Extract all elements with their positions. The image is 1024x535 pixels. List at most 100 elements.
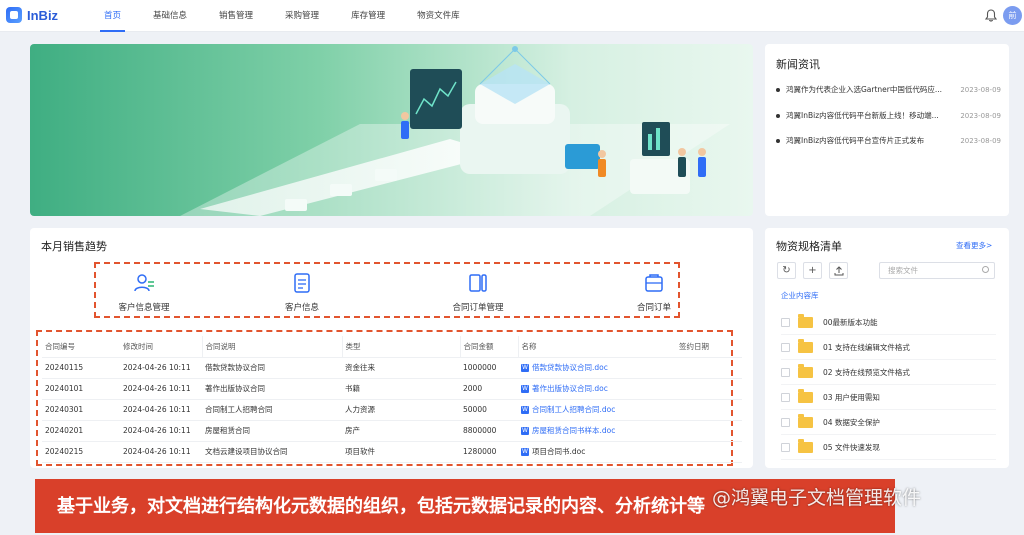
column-header[interactable]: 合同说明 <box>201 336 342 358</box>
avatar[interactable]: 前 <box>1003 6 1022 25</box>
quick-action-label: 合同订单 <box>636 303 671 313</box>
nav-item-basic-info[interactable]: 基础信息 <box>137 0 203 32</box>
quick-action-label: 客户信息 <box>284 303 319 313</box>
modified-time: 2024-04-26 10:11 <box>120 357 202 379</box>
folder-icon <box>798 388 813 403</box>
folder-row[interactable]: 00最新版本功能 <box>781 310 996 335</box>
breadcrumb[interactable]: 企业内容库 <box>781 290 819 301</box>
table-row[interactable]: 20240115 2024-04-26 10:11 借款贷款协议合同 资金往来 … <box>42 357 742 379</box>
word-file-icon: W <box>521 426 529 435</box>
bullet-icon <box>776 87 780 92</box>
materials-title: 物资规格清单 <box>776 240 842 253</box>
row-checkbox[interactable] <box>781 442 790 452</box>
quick-action-label: 合同订单管理 <box>452 303 504 313</box>
news-item-text: 鸿翼作为代表企业入选Gartner中国低代码应... <box>786 85 943 94</box>
contract-amount: 1280000 <box>460 441 518 463</box>
column-header[interactable]: 类型 <box>341 336 460 358</box>
row-checkbox[interactable] <box>781 317 790 327</box>
row-checkbox[interactable] <box>781 392 790 402</box>
folder-row[interactable]: 04 数据安全保护 <box>781 410 996 435</box>
add-button[interactable]: + <box>803 262 822 279</box>
quick-action-customer-info[interactable]: 客户信息 <box>242 272 362 313</box>
search-placeholder: 搜索文件 <box>888 266 918 275</box>
table-row[interactable]: 20240301 2024-04-26 10:11 合同制工人招聘合同 人力资源… <box>42 399 742 421</box>
column-header[interactable]: 合同编号 <box>42 336 120 358</box>
table-row[interactable]: 20240101 2024-04-26 10:11 著作出版协议合同 书籍 20… <box>42 378 742 400</box>
nav-item-home[interactable]: 首页 <box>88 0 137 32</box>
file-link[interactable]: W 项目合同书.doc <box>521 446 585 457</box>
folder-row[interactable]: 03 用户使用需知 <box>781 385 996 410</box>
bullet-icon <box>776 138 780 143</box>
top-nav-bar: InBiz 首页 基础信息 销售管理 采购管理 库存管理 物资文件库 前 <box>0 0 1024 32</box>
file-link[interactable]: W 著作出版协议合同.doc <box>521 383 608 394</box>
main-nav: 首页 基础信息 销售管理 采购管理 库存管理 物资文件库 <box>88 0 476 32</box>
news-item[interactable]: 鸿翼作为代表企业入选Gartner中国低代码应... 2023-08-09 <box>776 84 1001 95</box>
news-item-date: 2023-08-09 <box>960 85 1001 94</box>
file-link[interactable]: W 房屋租赁合同书样本.doc <box>521 425 615 436</box>
upload-icon <box>834 266 843 276</box>
materials-panel: 物资规格清单 查看更多> ↻ + 搜索文件 企业内容库 00最新版本功能 01 … <box>765 228 1009 468</box>
news-item-date: 2023-08-09 <box>960 136 1001 145</box>
folder-name: 03 用户使用需知 <box>823 392 880 402</box>
folder-row[interactable]: 05 文件快速发现 <box>781 435 996 460</box>
hero-banner <box>30 44 753 216</box>
folder-icon <box>798 438 813 453</box>
row-checkbox[interactable] <box>781 342 790 352</box>
order-box-icon <box>645 274 663 292</box>
column-header[interactable]: 修改时间 <box>120 336 202 358</box>
nav-item-purchasing[interactable]: 采购管理 <box>269 0 335 32</box>
folder-icon <box>798 413 813 428</box>
contract-type: 资金往来 <box>342 357 460 379</box>
file-link[interactable]: W 合同制工人招聘合同.doc <box>521 404 615 415</box>
news-item[interactable]: 鸿翼InBiz内容低代码平台宣传片正式发布 2023-08-09 <box>776 135 1001 146</box>
news-item-text: 鸿翼InBiz内容低代码平台宣传片正式发布 <box>786 136 925 145</box>
file-name: 著作出版协议合同.doc <box>532 384 608 394</box>
modified-time: 2024-04-26 10:11 <box>120 399 202 421</box>
news-item[interactable]: 鸿翼InBiz内容低代码平台新版上线！移动端... 2023-08-09 <box>776 110 1001 121</box>
word-file-icon: W <box>521 363 529 372</box>
contract-amount: 50000 <box>460 399 518 421</box>
row-checkbox[interactable] <box>781 417 790 427</box>
contract-type: 房产 <box>342 420 460 442</box>
nav-item-sales[interactable]: 销售管理 <box>203 0 269 32</box>
contract-id: 20240215 <box>42 441 120 463</box>
table-row[interactable]: 20240201 2024-04-26 10:11 房屋租赁合同 房产 8800… <box>42 420 742 442</box>
file-link[interactable]: W 借款贷款协议合同.doc <box>521 362 608 373</box>
folder-icon <box>798 338 813 353</box>
file-search-input[interactable]: 搜索文件 <box>879 262 995 279</box>
upload-button[interactable] <box>829 262 848 279</box>
sign-date <box>676 357 742 379</box>
nav-item-material-library[interactable]: 物资文件库 <box>401 0 476 32</box>
contract-desc: 著作出版协议合同 <box>202 378 342 400</box>
bell-icon[interactable] <box>985 9 997 22</box>
view-more-link[interactable]: 查看更多> <box>956 240 992 251</box>
search-icon <box>982 266 989 273</box>
column-header[interactable]: 名称 <box>517 336 676 358</box>
folder-name: 00最新版本功能 <box>823 317 878 327</box>
table-header-row: 合同编号 修改时间 合同说明 类型 合同金额 名称 签约日期 <box>42 336 742 358</box>
quick-action-contract-order[interactable]: 合同订单 <box>594 272 714 313</box>
nav-item-inventory[interactable]: 库存管理 <box>335 0 401 32</box>
watermark: @鸿翼电子文档管理软件 <box>712 487 922 509</box>
row-checkbox[interactable] <box>781 367 790 377</box>
column-header[interactable]: 合同金额 <box>459 336 518 358</box>
folder-icon <box>798 363 813 378</box>
contract-desc: 房屋租赁合同 <box>202 420 342 442</box>
file-name: 借款贷款协议合同.doc <box>532 363 608 373</box>
news-title: 新闻资讯 <box>776 58 820 71</box>
quick-action-customer-info-mgmt[interactable]: 客户信息管理 <box>84 272 204 313</box>
file-name: 合同制工人招聘合同.doc <box>532 405 616 415</box>
contract-amount: 1000000 <box>460 357 518 379</box>
caption-text: 基于业务，对文档进行结构化元数据的组织，包括元数据记录的内容、分析统计等 <box>57 496 705 517</box>
contract-amount: 8800000 <box>460 420 518 442</box>
quick-action-contract-order-mgmt[interactable]: 合同订单管理 <box>418 272 538 313</box>
contract-amount: 2000 <box>460 378 518 400</box>
file-name: 项目合同书.doc <box>532 447 586 457</box>
table-row[interactable]: 20240215 2024-04-26 10:11 文档云建设项目协议合同 项目… <box>42 441 742 463</box>
quick-action-label: 客户信息管理 <box>118 303 170 313</box>
folder-row[interactable]: 02 支持在线预览文件格式 <box>781 360 996 385</box>
folder-row[interactable]: 01 支持在线编辑文件格式 <box>781 335 996 360</box>
refresh-button[interactable]: ↻ <box>777 262 796 279</box>
column-header[interactable]: 签约日期 <box>676 336 742 358</box>
logo[interactable]: InBiz <box>6 7 58 23</box>
